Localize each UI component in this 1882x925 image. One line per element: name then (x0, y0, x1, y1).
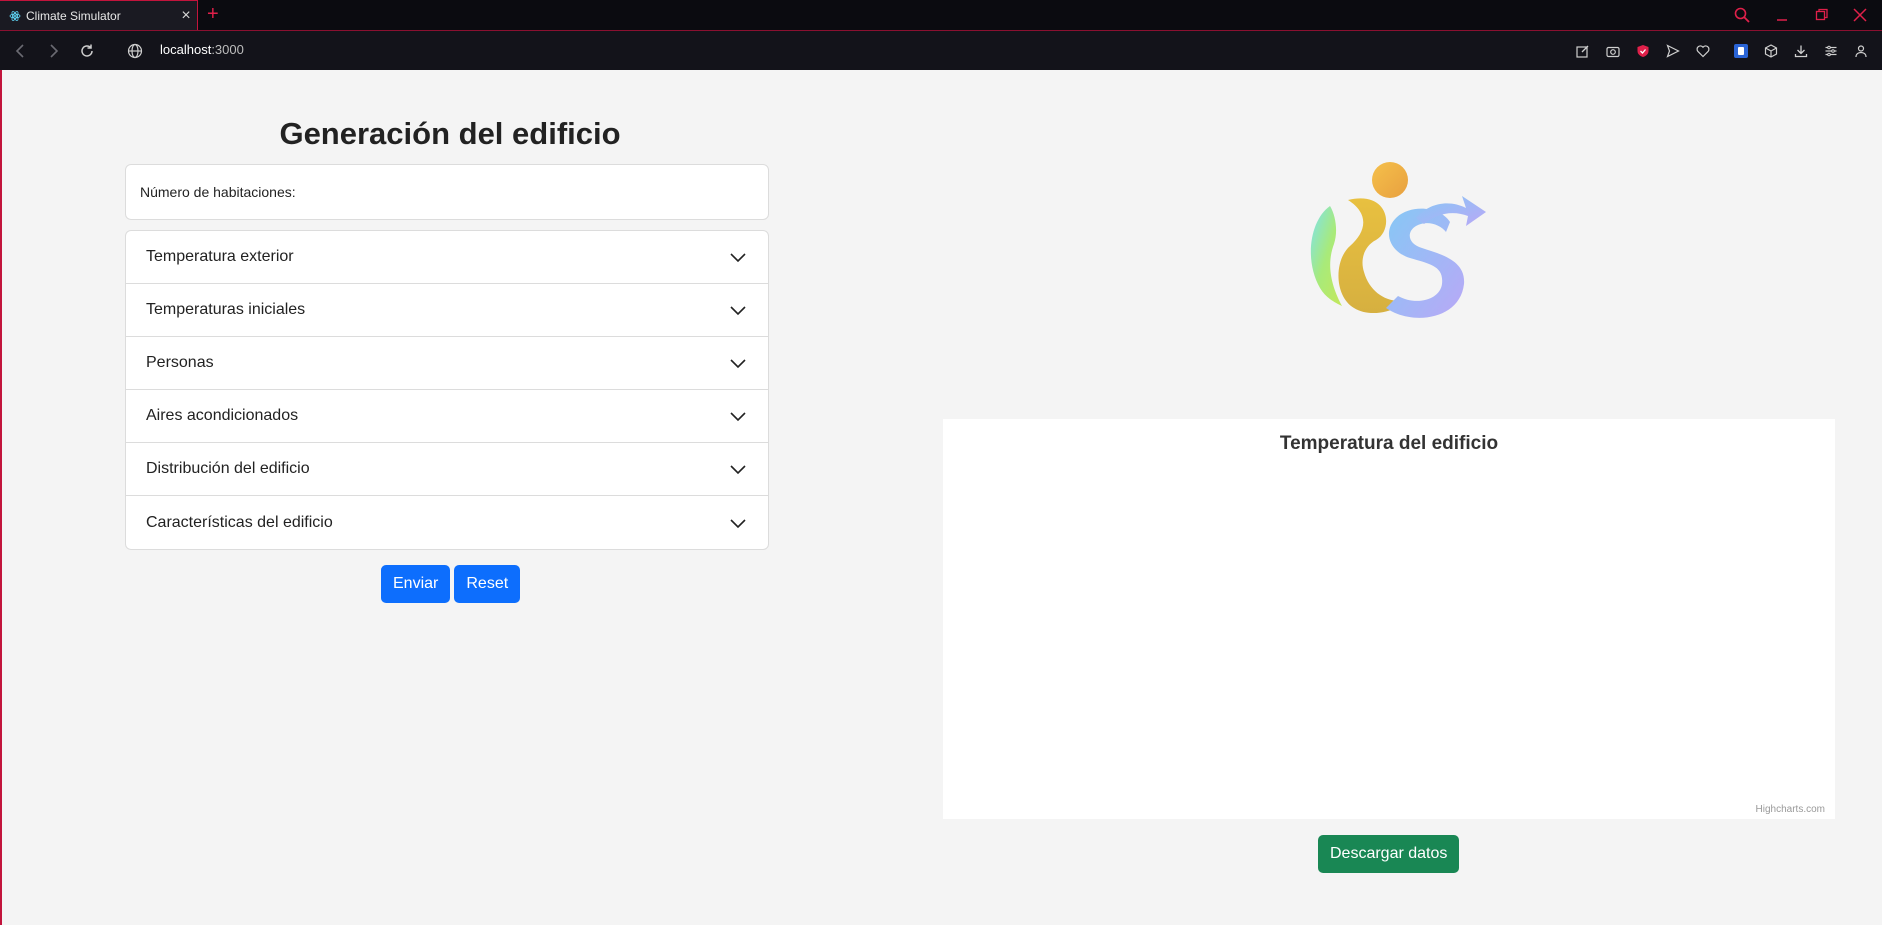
accordion-label: Características del edificio (146, 513, 333, 531)
accordion-item-distribucion-del-edificio[interactable]: Distribución del edificio (126, 443, 768, 496)
minimize-icon[interactable] (1768, 2, 1796, 28)
chevron-down-icon (730, 306, 746, 316)
chevron-down-icon (730, 253, 746, 263)
toolbar-icons (1572, 40, 1872, 62)
accordion-item-temperaturas-iniciales[interactable]: Temperaturas iniciales (126, 284, 768, 337)
accordion-item-personas[interactable]: Personas (126, 337, 768, 390)
form-actions: Enviar Reset (381, 565, 521, 603)
new-tab-button[interactable]: + (207, 3, 219, 25)
reload-icon[interactable] (76, 40, 98, 62)
react-icon (9, 10, 21, 21)
restore-icon[interactable] (1808, 2, 1836, 28)
accordion-label: Aires acondicionados (146, 407, 299, 424)
accordion-label: Personas (146, 354, 214, 371)
accordion-label: Temperatura exterior (146, 248, 294, 265)
accordion-item-aires-acondicionados[interactable]: Aires acondicionados (126, 390, 768, 443)
url-field[interactable]: localhost:3000 (160, 42, 244, 57)
browser-chrome: Climate Simulator × + localhost:3000 (0, 0, 1882, 70)
close-window-icon[interactable] (1846, 2, 1874, 28)
forward-icon[interactable] (42, 40, 64, 62)
page-title: Generación del edificio (279, 116, 621, 151)
accordion-item-temperatura-exterior[interactable]: Temperatura exterior (126, 231, 768, 284)
chevron-down-icon (730, 412, 746, 422)
download-icon[interactable] (1790, 40, 1812, 62)
settings-accordion: Temperatura exterior Temperaturas inicia… (125, 230, 769, 550)
address-bar: localhost:3000 (0, 31, 1882, 70)
chart-credits-link[interactable]: Highcharts.com (1756, 804, 1825, 815)
edit-icon[interactable] (1572, 40, 1594, 62)
back-icon[interactable] (10, 40, 32, 62)
extension-badge-icon[interactable] (1730, 40, 1752, 62)
rooms-field[interactable]: Número de habitaciones: (125, 164, 769, 220)
accordion-item-caracteristicas-del-edificio[interactable]: Características del edificio (126, 496, 768, 549)
heart-icon[interactable] (1692, 40, 1714, 62)
submit-button[interactable]: Enviar (381, 565, 451, 603)
browser-tab[interactable]: Climate Simulator × (0, 0, 198, 30)
accordion-label: Distribución del edificio (146, 460, 310, 477)
chevron-down-icon (730, 359, 746, 369)
profile-icon[interactable] (1850, 40, 1872, 62)
download-row: Descargar datos (1318, 835, 1460, 873)
shield-icon[interactable] (1632, 40, 1654, 62)
temperature-chart: Temperatura del edificio Highcharts.com (943, 419, 1835, 819)
url-host: localhost (160, 42, 212, 57)
search-icon[interactable] (1728, 2, 1756, 28)
chevron-down-icon (730, 465, 746, 475)
rooms-label: Número de habitaciones: (140, 184, 296, 200)
url-port: :3000 (211, 42, 244, 57)
send-icon[interactable] (1662, 40, 1684, 62)
tab-title: Climate Simulator (26, 8, 121, 23)
camera-icon[interactable] (1602, 40, 1624, 62)
settings-icon[interactable] (1820, 40, 1842, 62)
tab-close-icon[interactable]: × (175, 7, 197, 25)
chart-title: Temperatura del edificio (1279, 433, 1499, 454)
accordion-label: Temperaturas iniciales (146, 301, 306, 318)
app-page: Generación del edificio Número de habita… (2, 70, 1882, 925)
cube-icon[interactable] (1760, 40, 1782, 62)
download-data-button[interactable]: Descargar datos (1318, 835, 1460, 873)
reset-button[interactable]: Reset (454, 565, 521, 603)
app-logo (1310, 162, 1486, 318)
tab-bar: Climate Simulator × + (0, 0, 1882, 31)
chevron-down-icon (730, 518, 746, 528)
globe-icon (124, 40, 146, 62)
